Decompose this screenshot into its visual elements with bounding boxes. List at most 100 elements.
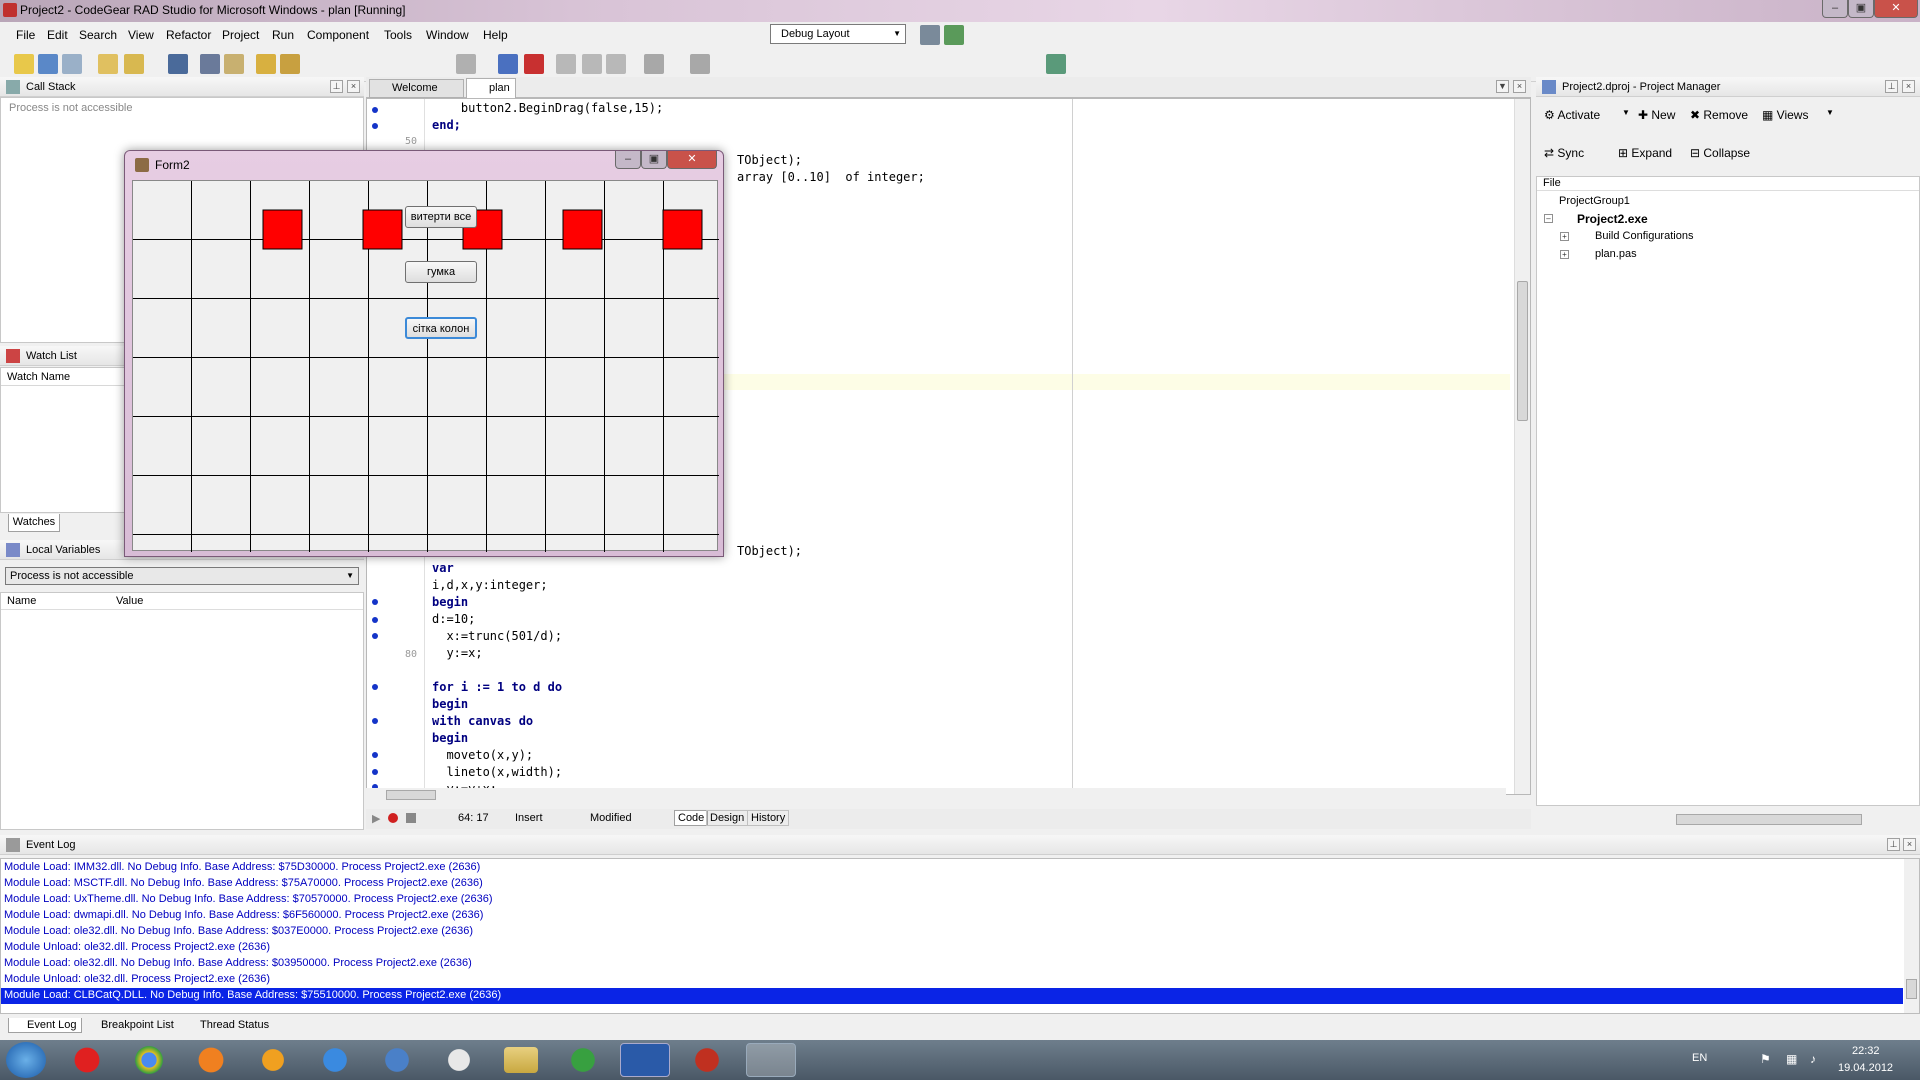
running-app-icon[interactable]: [746, 1043, 796, 1077]
selected-log-row[interactable]: Module Load: CLBCatQ.DLL. No Debug Info.…: [1, 988, 1903, 1004]
help-book-icon[interactable]: [1046, 54, 1066, 74]
menu-edit[interactable]: Edit: [47, 28, 68, 42]
word-icon[interactable]: [620, 1043, 670, 1077]
delphi-helmet-icon[interactable]: [682, 1043, 732, 1077]
yandex-icon[interactable]: [434, 1043, 484, 1077]
save-all-icon[interactable]: [200, 54, 220, 74]
view-tab-code[interactable]: Code: [674, 810, 709, 826]
new-button[interactable]: ✚ New: [1638, 108, 1675, 122]
menu-file[interactable]: File: [16, 28, 35, 42]
local-vars-col-value[interactable]: Value: [116, 595, 143, 607]
watches-tab[interactable]: Watches: [8, 514, 60, 532]
scrollbar-thumb[interactable]: [1676, 814, 1862, 825]
menu-help[interactable]: Help: [483, 28, 508, 42]
tree-project-exe[interactable]: Project2.exe: [1577, 212, 1648, 226]
scrollbar-thumb[interactable]: [1517, 281, 1528, 421]
eraser-button[interactable]: гумка: [405, 261, 477, 283]
expand-toggle-icon[interactable]: +: [1560, 250, 1569, 259]
save-layout-icon[interactable]: [920, 25, 940, 45]
chrome-icon[interactable]: [124, 1043, 174, 1077]
aimp-icon[interactable]: [248, 1043, 298, 1077]
tab-breakpoint-list[interactable]: Breakpoint List: [85, 1019, 174, 1031]
new-icon[interactable]: [14, 54, 34, 74]
pm-horizontal-scrollbar[interactable]: [1536, 812, 1920, 827]
column-grid-button[interactable]: сітка колон: [405, 317, 477, 339]
firefox-icon[interactable]: [186, 1043, 236, 1077]
views-dropdown-icon[interactable]: ▼: [1826, 108, 1834, 117]
clock-date[interactable]: 19.04.2012: [1838, 1062, 1893, 1074]
opera-icon[interactable]: [62, 1043, 112, 1077]
open-project-icon[interactable]: [124, 54, 144, 74]
remove-button[interactable]: ✖ Remove: [1690, 108, 1748, 122]
remove-file-icon[interactable]: [280, 54, 300, 74]
clock-time[interactable]: 22:32: [1852, 1045, 1880, 1057]
view-tab-history[interactable]: History: [747, 810, 790, 826]
tab-event-log[interactable]: Event Log: [8, 1018, 82, 1033]
form-close-button[interactable]: ✕: [667, 151, 717, 169]
run-icon[interactable]: [456, 54, 476, 74]
tab-welcome-page[interactable]: Welcome Page: [369, 79, 464, 111]
pin-icon[interactable]: ⊥: [1885, 80, 1898, 93]
local-vars-combo[interactable]: Process is not accessible ▼: [5, 567, 359, 585]
activate-dropdown-icon[interactable]: ▼: [1622, 108, 1630, 117]
maximize-button[interactable]: ▣: [1848, 0, 1874, 18]
file-column-header[interactable]: File: [1537, 177, 1919, 191]
save-icon[interactable]: [168, 54, 188, 74]
views-button[interactable]: ▦ Views: [1762, 108, 1808, 122]
mail-icon[interactable]: [372, 1043, 422, 1077]
internet-explorer-icon[interactable]: [310, 1043, 360, 1077]
tree-build-configurations[interactable]: Build Configurations: [1595, 230, 1693, 242]
step-over-icon[interactable]: [606, 54, 626, 74]
form-maximize-button[interactable]: ▣: [641, 151, 667, 169]
scrollbar-thumb[interactable]: [386, 790, 436, 800]
clear-all-button[interactable]: витерти все: [405, 206, 477, 228]
pin-icon[interactable]: ⊥: [1887, 838, 1900, 851]
menu-refactor[interactable]: Refactor: [166, 28, 211, 42]
utorrent-icon[interactable]: [558, 1043, 608, 1077]
form2-window[interactable]: Form2 – ▣ ✕ витерти все гумка сітка коло…: [124, 150, 724, 557]
view-tab-design[interactable]: Design: [706, 810, 749, 826]
stop-icon[interactable]: [524, 54, 544, 74]
tab-thread-status[interactable]: Thread Status: [184, 1019, 269, 1031]
forward-icon[interactable]: [690, 54, 710, 74]
local-vars-col-name[interactable]: Name: [7, 595, 36, 607]
log-vertical-scrollbar[interactable]: [1904, 859, 1919, 1013]
close-panel-icon[interactable]: ×: [347, 80, 360, 93]
record-icon[interactable]: [388, 813, 398, 823]
open-file-icon[interactable]: [224, 54, 244, 74]
menu-window[interactable]: Window: [426, 28, 469, 42]
tree-project-group[interactable]: ProjectGroup1: [1559, 195, 1630, 207]
new-items-icon[interactable]: [38, 54, 58, 74]
menu-component[interactable]: Component: [307, 28, 369, 42]
menu-tools[interactable]: Tools: [384, 28, 412, 42]
close-panel-icon[interactable]: ×: [1902, 80, 1915, 93]
menu-search[interactable]: Search: [79, 28, 117, 42]
play-icon[interactable]: ▶: [372, 812, 380, 825]
vertical-scrollbar[interactable]: [1514, 99, 1530, 794]
back-icon[interactable]: [644, 54, 664, 74]
close-button[interactable]: ✕: [1874, 0, 1918, 18]
tab-list-icon[interactable]: ▼: [1496, 80, 1509, 93]
close-tab-icon[interactable]: ×: [1513, 80, 1526, 93]
menu-run[interactable]: Run: [272, 28, 294, 42]
tray-flag-icon[interactable]: ⚑: [1760, 1052, 1771, 1066]
add-file-icon[interactable]: [256, 54, 276, 74]
expand-toggle-icon[interactable]: +: [1560, 232, 1569, 241]
horizontal-scrollbar[interactable]: [366, 788, 1506, 802]
collapse-button[interactable]: ⊟ Collapse: [1690, 146, 1750, 160]
tray-volume-icon[interactable]: ♪: [1810, 1052, 1816, 1066]
form2-canvas[interactable]: витерти все гумка сітка колон: [132, 180, 719, 552]
stop-record-icon[interactable]: [406, 813, 416, 823]
tree-plan-pas[interactable]: plan.pas: [1595, 248, 1637, 260]
language-indicator[interactable]: EN: [1692, 1052, 1707, 1064]
collapse-toggle-icon[interactable]: –: [1544, 214, 1553, 223]
set-layout-icon[interactable]: [944, 25, 964, 45]
tab-plan[interactable]: plan: [466, 78, 516, 99]
start-button[interactable]: [6, 1042, 46, 1078]
form-icon[interactable]: [62, 54, 82, 74]
explorer-folder-icon[interactable]: [504, 1047, 538, 1073]
minimize-button[interactable]: –: [1822, 0, 1848, 18]
sync-button[interactable]: ⇄ Sync: [1544, 146, 1584, 160]
step-icon[interactable]: [556, 54, 576, 74]
expand-button[interactable]: ⊞ Expand: [1618, 146, 1672, 160]
